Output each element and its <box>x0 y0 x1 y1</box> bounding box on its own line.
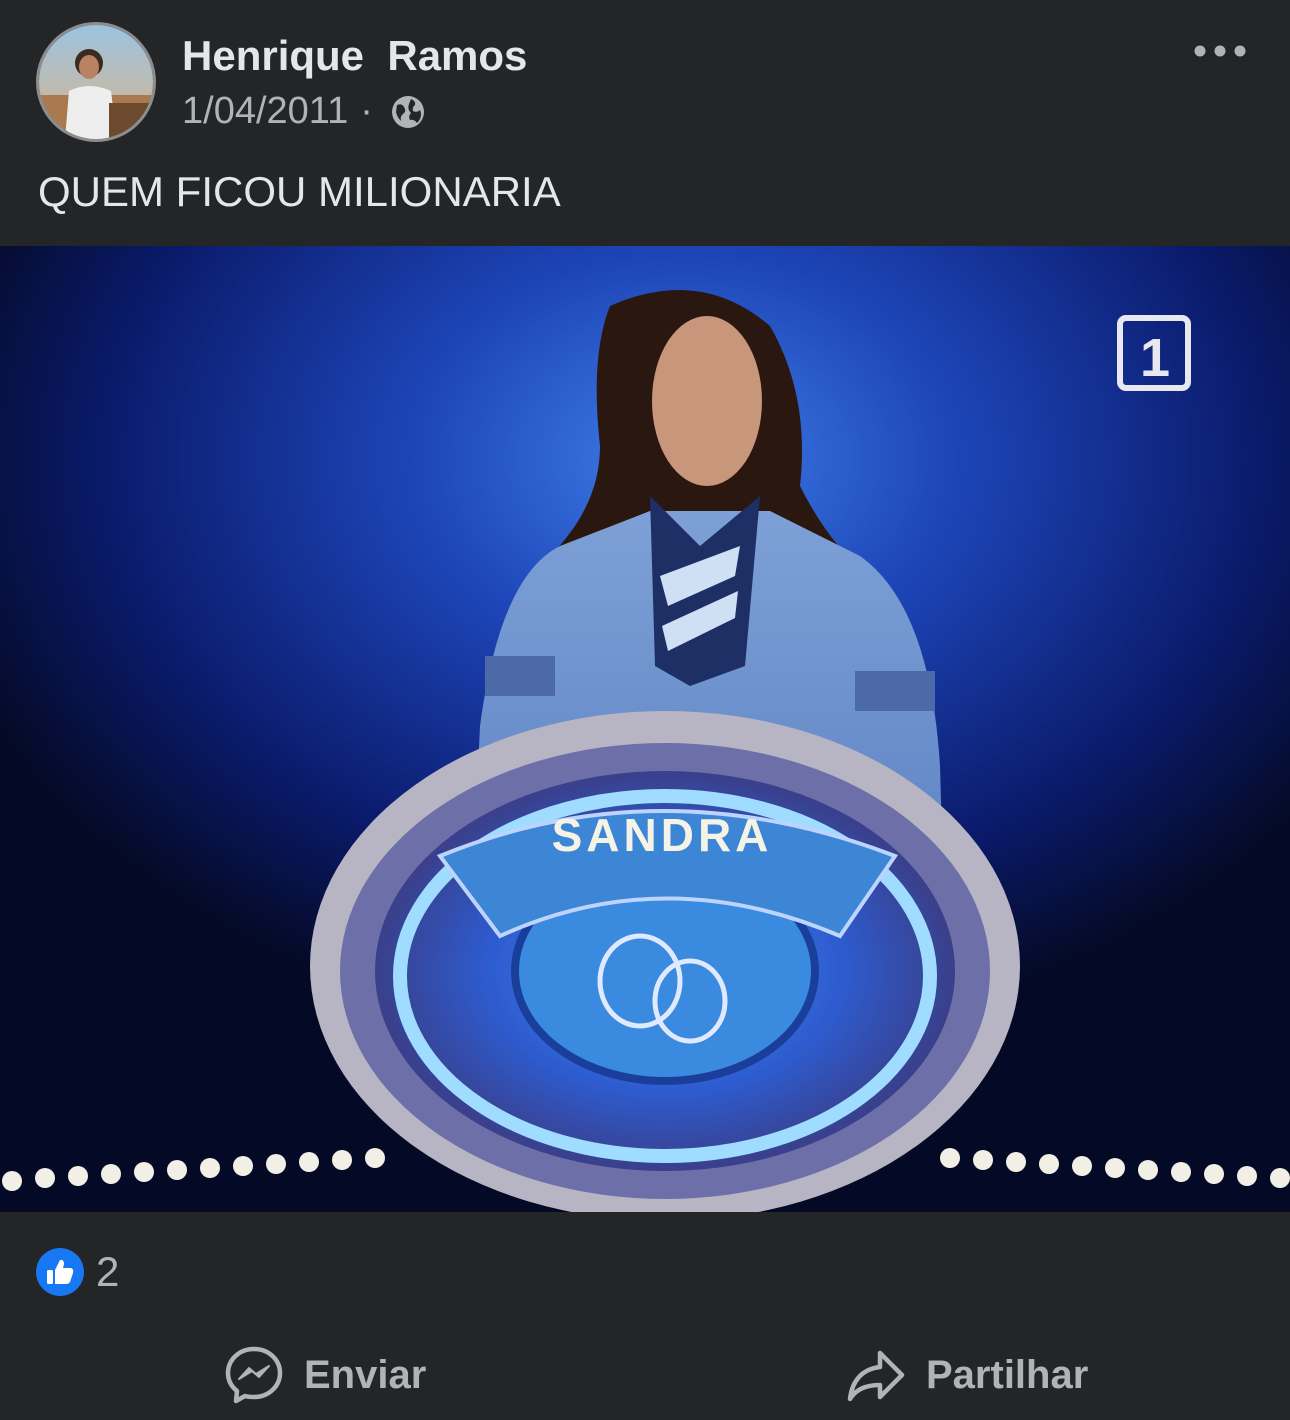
share-button[interactable]: Partilhar <box>846 1330 1088 1420</box>
tv-show-image: SANDRA 1 <box>0 246 1290 1212</box>
post-photo[interactable]: SANDRA 1 <box>0 246 1290 1212</box>
share-arrow-icon <box>847 1350 905 1402</box>
author-avatar[interactable] <box>36 22 156 142</box>
post-date[interactable]: 1/04/2011 <box>182 90 348 133</box>
post-text: QUEM FICOU MILIONARIA <box>38 168 561 215</box>
more-options-icon[interactable] <box>1190 36 1250 66</box>
like-icon <box>36 1248 84 1296</box>
post-header: Henrique Ramos 1/04/2011 · <box>0 0 1290 150</box>
share-label: Partilhar <box>926 1352 1089 1397</box>
send-label: Enviar <box>304 1352 427 1397</box>
reaction-count: 2 <box>96 1248 120 1295</box>
avatar-photo <box>39 25 153 139</box>
globe-icon <box>391 95 424 128</box>
podium-name: SANDRA <box>552 809 773 861</box>
post-meta: 1/04/2011 · <box>182 90 427 133</box>
reactions-summary[interactable]: 2 <box>36 1246 119 1298</box>
send-button[interactable]: Enviar <box>224 1330 426 1420</box>
author-name[interactable]: Henrique Ramos <box>182 32 527 80</box>
channel-logo-text: 1 <box>1140 328 1170 388</box>
post-action-bar: Enviar Partilhar <box>0 1330 1290 1420</box>
messenger-icon <box>225 1346 283 1404</box>
face-shape <box>652 316 762 486</box>
meta-separator: · <box>360 90 373 132</box>
